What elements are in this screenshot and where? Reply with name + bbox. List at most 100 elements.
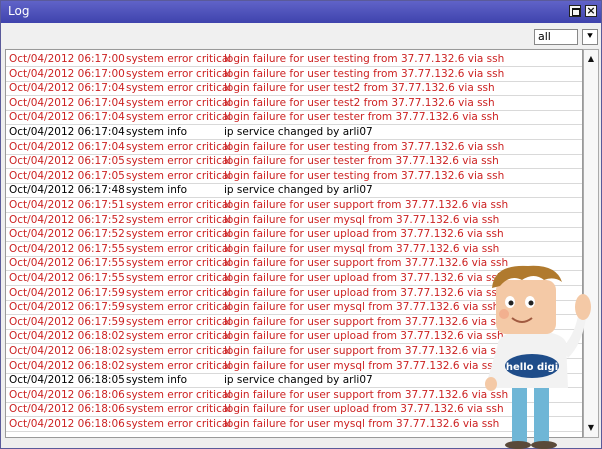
log-time: Oct/04/2012 06:17:04 — [9, 126, 125, 138]
log-message: login failure for user support from 37.7… — [224, 257, 509, 270]
log-topics: system error critical — [126, 272, 232, 284]
log-time: Oct/04/2012 06:18:06 — [9, 403, 125, 416]
log-message: login failure for user test2 from 37.77.… — [224, 96, 495, 109]
log-time: Oct/04/2012 06:17:55 — [9, 257, 125, 270]
log-message: ip service changed by arli07 — [224, 184, 373, 197]
log-row[interactable]: Oct/04/2012 06:17:04 system error critica… — [6, 81, 582, 97]
title-bar[interactable]: Log × — [1, 1, 601, 23]
log-time: Oct/04/2012 06:17:59 — [9, 301, 125, 314]
log-time: Oct/04/2012 06:18:02 — [9, 330, 125, 343]
log-time: Oct/04/2012 06:18:06 — [9, 388, 125, 401]
log-topics: system error critical — [126, 345, 232, 357]
log-topics: system error critical — [126, 228, 232, 241]
toolbar: all ⯆ — [1, 23, 601, 48]
log-time: Oct/04/2012 06:18:06 — [9, 418, 125, 430]
log-message: ip service changed by arli07 — [224, 374, 373, 387]
log-message: login failure for user upload from 37.77… — [224, 228, 504, 241]
log-time: Oct/04/2012 06:17:05 — [9, 155, 125, 168]
window-title: Log — [8, 4, 30, 18]
log-time: Oct/04/2012 06:17:04 — [9, 96, 125, 109]
log-time: Oct/04/2012 06:17:00 — [9, 67, 125, 80]
log-message: login failure for user testing from 37.7… — [224, 169, 505, 182]
log-time: Oct/04/2012 06:17:00 — [9, 53, 125, 65]
log-time: Oct/04/2012 06:18:02 — [9, 359, 125, 372]
mascot-shirt-text: hello digi — [506, 362, 558, 373]
log-topics: system error critical — [126, 257, 232, 270]
log-topics: system error critical — [126, 155, 232, 168]
log-topics: system error critical — [126, 140, 232, 153]
log-time: Oct/04/2012 06:18:05 — [9, 374, 125, 387]
log-message: login failure for user support from 37.7… — [224, 199, 509, 211]
log-time: Oct/04/2012 06:17:05 — [9, 169, 125, 182]
maximize-icon[interactable] — [569, 5, 581, 17]
log-row[interactable]: Oct/04/2012 06:17:55 system error critica… — [6, 242, 582, 257]
log-message: login failure for user support from 37.7… — [224, 345, 509, 357]
log-message: login failure for user tester from 37.77… — [224, 111, 499, 124]
log-message: login failure for user testing from 37.7… — [224, 53, 505, 65]
log-topics: system error critical — [126, 96, 232, 109]
log-message: login failure for user mysql from 37.77.… — [224, 301, 500, 314]
log-row[interactable]: Oct/04/2012 06:17:04 system error critica… — [6, 140, 582, 155]
log-topics: system error critical — [126, 301, 232, 314]
log-topics: system error critical — [126, 67, 232, 80]
log-time: Oct/04/2012 06:17:48 — [9, 184, 125, 197]
log-message: login failure for user testing from 37.7… — [224, 140, 505, 153]
log-row[interactable]: Oct/04/2012 06:17:52 system error critica… — [6, 227, 582, 243]
log-row[interactable]: Oct/04/2012 06:17:48 system info ip servic… — [6, 183, 582, 199]
log-topics: system error critical — [126, 403, 232, 416]
log-row[interactable]: Oct/04/2012 06:17:05 system error critica… — [6, 169, 582, 184]
log-message: login failure for user mysql from 37.77.… — [224, 418, 500, 430]
log-time: Oct/04/2012 06:17:59 — [9, 286, 125, 299]
log-time: Oct/04/2012 06:18:02 — [9, 345, 125, 357]
log-topics: system error critical — [126, 53, 232, 65]
log-row[interactable]: Oct/04/2012 06:17:04 system error critica… — [6, 110, 582, 126]
log-topics: system error critical — [126, 111, 232, 124]
log-time: Oct/04/2012 06:17:04 — [9, 82, 125, 95]
log-time: Oct/04/2012 06:17:55 — [9, 242, 125, 255]
log-time: Oct/04/2012 06:17:55 — [9, 272, 125, 284]
log-topics: system error critical — [126, 169, 232, 182]
log-topics: system error critical — [126, 82, 232, 95]
filter-dropdown-icon[interactable]: ⯆ — [582, 29, 598, 45]
log-message: login failure for user mysql from 37.77.… — [224, 242, 500, 255]
log-topics: system info — [126, 374, 187, 387]
log-row[interactable]: Oct/04/2012 06:17:05 system error critica… — [6, 154, 582, 170]
log-topics: system error critical — [126, 359, 232, 372]
log-message: ip service changed by arli07 — [224, 126, 373, 138]
scroll-up-icon[interactable]: ▲ — [585, 53, 597, 65]
log-time: Oct/04/2012 06:17:59 — [9, 315, 125, 328]
log-topics: system error critical — [126, 199, 232, 211]
log-message: login failure for user upload from 37.77… — [224, 403, 504, 416]
close-icon[interactable]: × — [585, 5, 597, 17]
log-time: Oct/04/2012 06:17:52 — [9, 213, 125, 226]
log-message: login failure for user mysql from 37.77.… — [224, 213, 500, 226]
log-message: login failure for user upload from 37.77… — [224, 286, 504, 299]
log-topics: system info — [126, 126, 187, 138]
log-message: login failure for user upload from 37.77… — [224, 330, 504, 343]
log-message: login failure for user upload from 37.77… — [224, 272, 504, 284]
log-time: Oct/04/2012 06:17:04 — [9, 111, 125, 124]
log-topics: system error critical — [126, 388, 232, 401]
log-time: Oct/04/2012 06:17:51 — [9, 199, 125, 211]
log-message: login failure for user test2 from 37.77.… — [224, 82, 495, 95]
log-topics: system error critical — [126, 213, 232, 226]
mascot-illustration: hello digi — [485, 265, 591, 449]
log-row[interactable]: Oct/04/2012 06:17:52 system error critica… — [6, 213, 582, 228]
log-message: login failure for user support from 37.7… — [224, 388, 509, 401]
log-message: login failure for user support from 37.7… — [224, 315, 509, 328]
log-time: Oct/04/2012 06:17:52 — [9, 228, 125, 241]
log-row[interactable]: Oct/04/2012 06:17:04 system error critica… — [6, 96, 582, 111]
log-topics: system error critical — [126, 242, 232, 255]
log-row[interactable]: Oct/04/2012 06:17:51 system error critica… — [6, 198, 582, 213]
log-topics: system info — [126, 184, 187, 197]
log-topics: system error critical — [126, 330, 232, 343]
log-topics: system error critical — [126, 315, 232, 328]
log-row[interactable]: Oct/04/2012 06:17:00 system error critica… — [6, 52, 582, 67]
log-row[interactable]: Oct/04/2012 06:17:04 system info ip servic… — [6, 125, 582, 140]
log-row[interactable]: Oct/04/2012 06:17:00 system error critica… — [6, 67, 582, 82]
filter-select[interactable]: all — [534, 29, 578, 45]
log-topics: system error critical — [126, 418, 232, 430]
log-topics: system error critical — [126, 286, 232, 299]
log-message: login failure for user tester from 37.77… — [224, 155, 499, 168]
log-message: login failure for user testing from 37.7… — [224, 67, 505, 80]
